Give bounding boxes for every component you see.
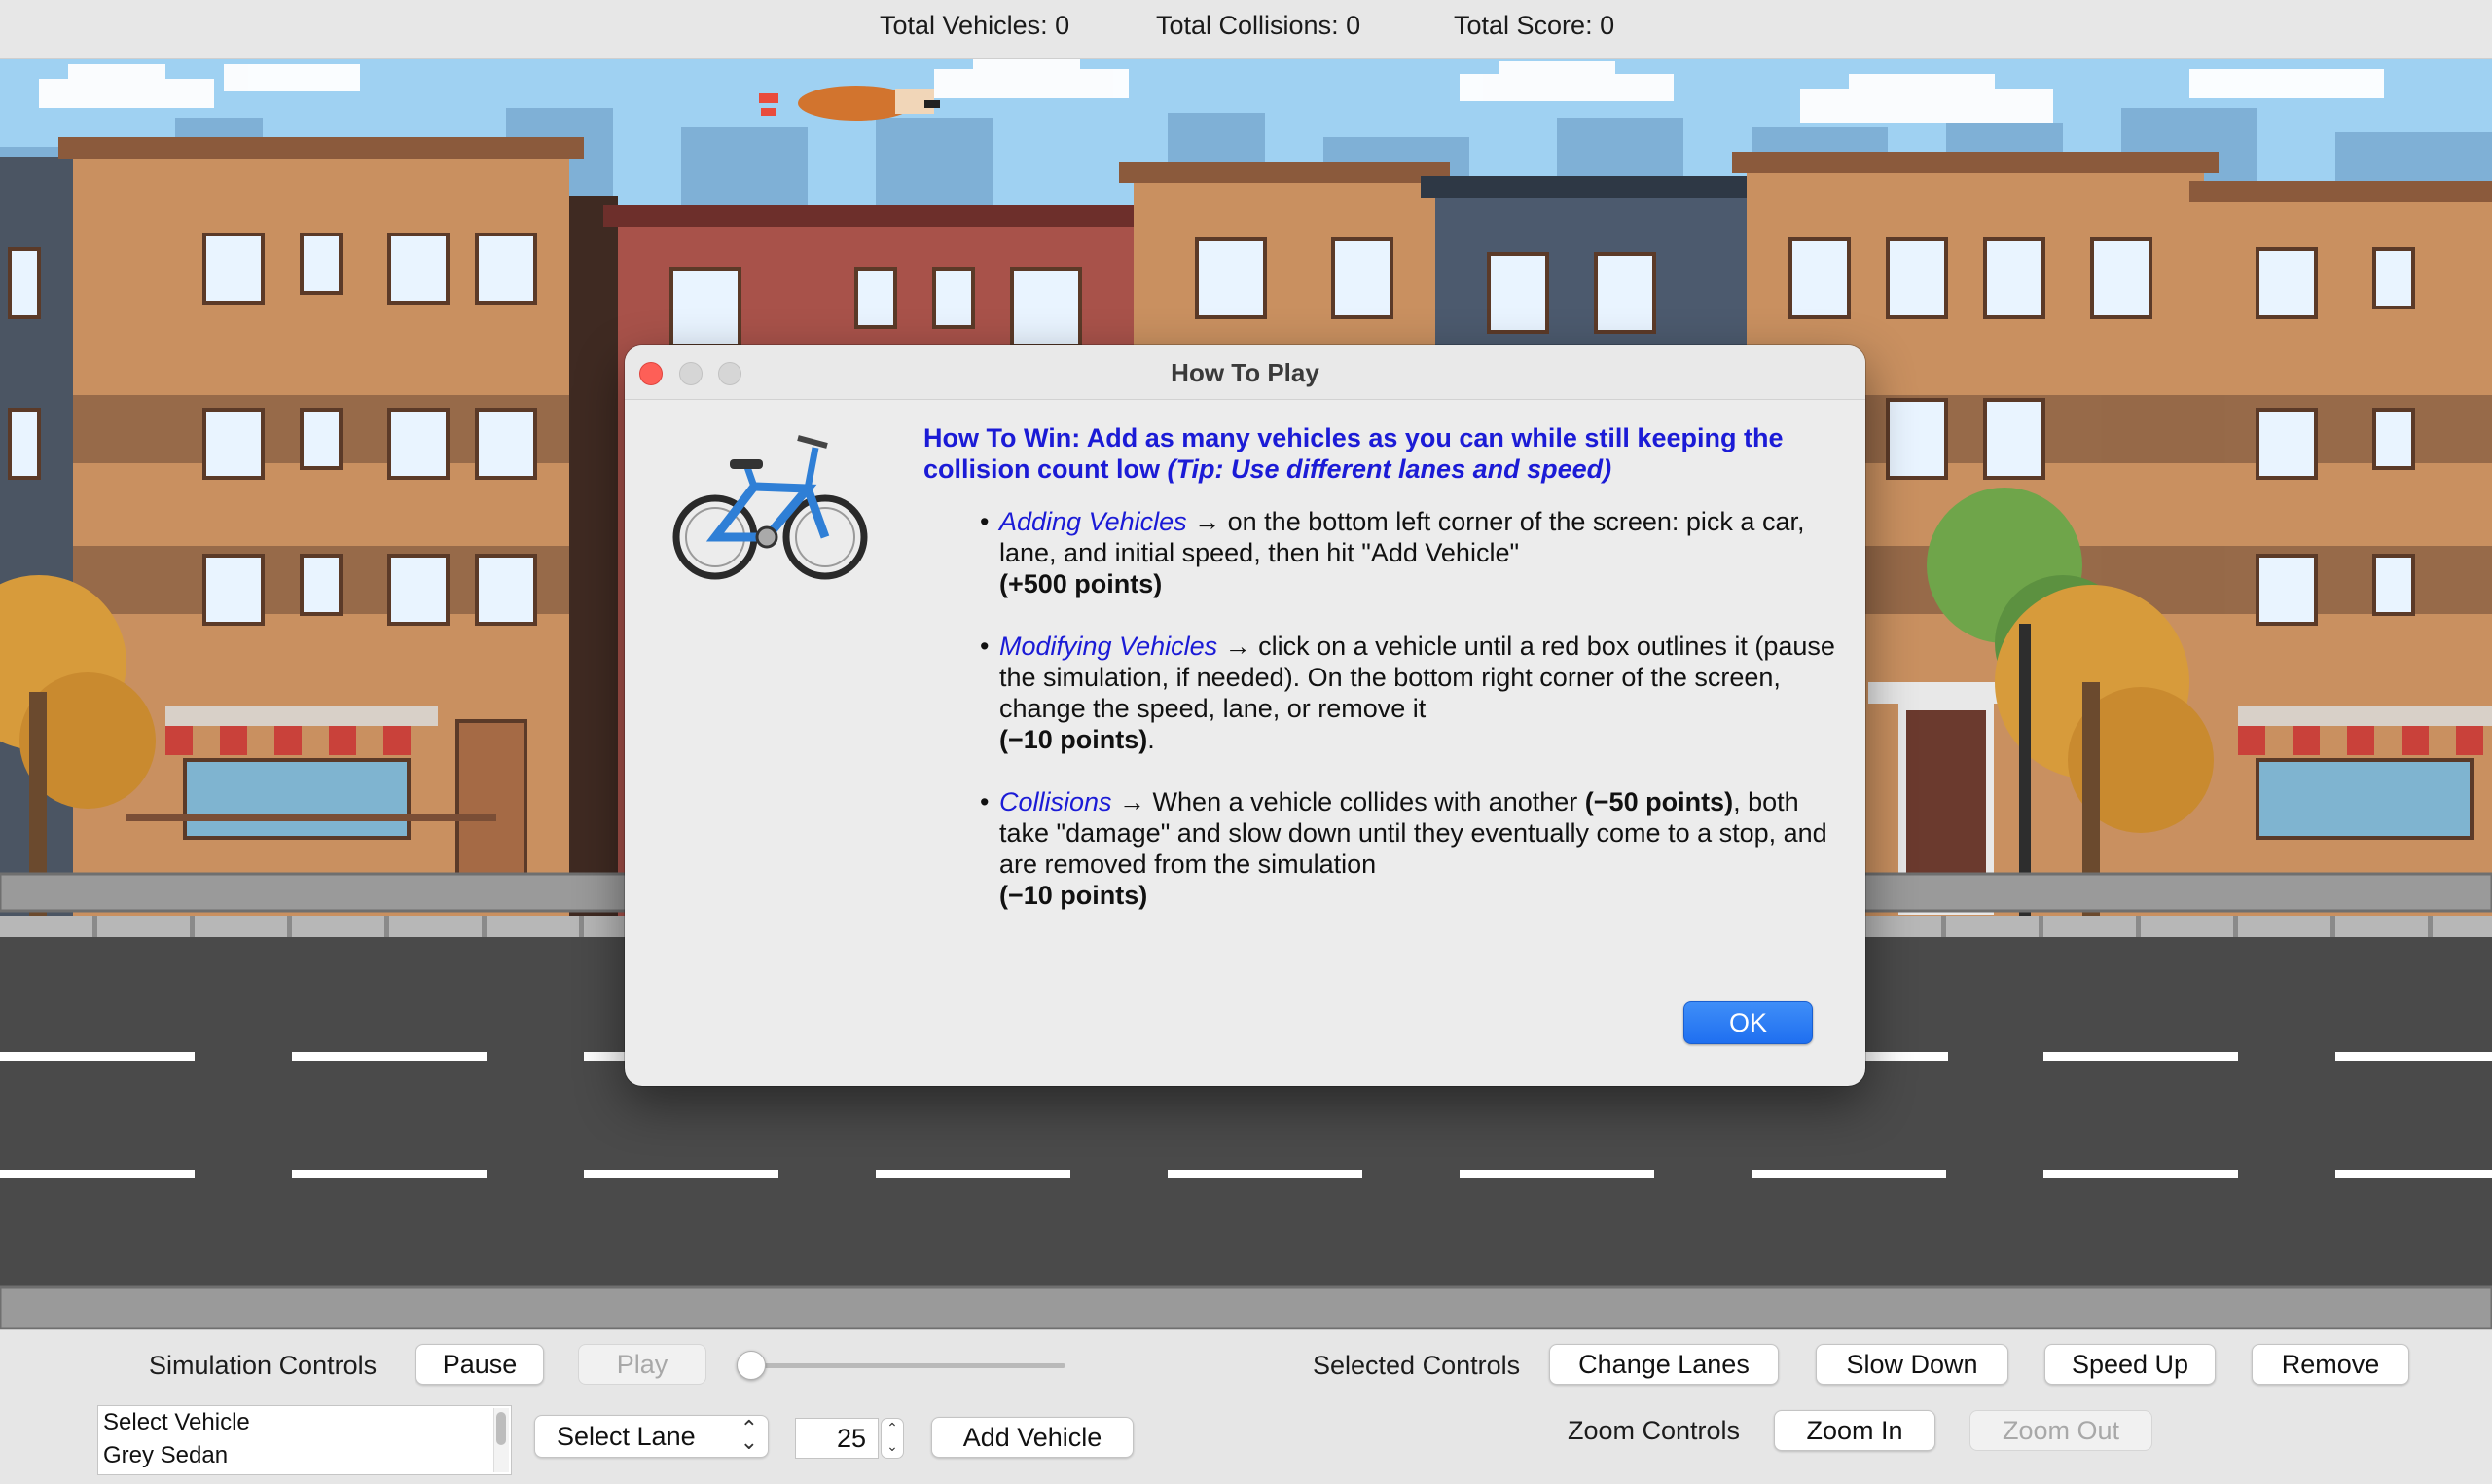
ok-button[interactable]: OK <box>1683 1001 1813 1044</box>
dialog-titlebar: How To Play <box>625 345 1865 400</box>
remove-button[interactable]: Remove <box>2252 1344 2409 1385</box>
zoom-in-button[interactable]: Zoom In <box>1774 1410 1935 1451</box>
zoom-controls-label: Zoom Controls <box>1568 1416 1741 1445</box>
instruction-points: (−10 points) <box>999 725 1148 754</box>
speed-input[interactable]: 25 <box>795 1418 879 1459</box>
lane-select-value: Select Lane <box>557 1422 696 1451</box>
zoom-out-button[interactable]: Zoom Out <box>1969 1410 2152 1451</box>
how-to-win-heading: How To Win: Add as many vehicles as you … <box>923 422 1848 485</box>
instruction-collisions: • Collisions → When a vehicle collides w… <box>980 787 1827 910</box>
status-bar: Total Vehicles: 0 Total Collisions: 0 To… <box>0 0 2492 59</box>
dialog-title: How To Play <box>1171 358 1319 387</box>
speed-stepper[interactable]: ⌃ ⌄ <box>881 1418 904 1459</box>
total-collisions-label: Total Collisions: 0 <box>1156 11 1361 40</box>
change-lanes-button[interactable]: Change Lanes <box>1549 1344 1779 1385</box>
lane-select[interactable]: Select Lane ⌃ ⌄ <box>534 1415 769 1458</box>
how-to-play-dialog: How To Play How To Win: Add as many vehi… <box>625 345 1865 1086</box>
simulation-window: Total Vehicles: 0 Total Collisions: 0 To… <box>0 0 2492 1484</box>
speed-up-button[interactable]: Speed Up <box>2044 1344 2216 1385</box>
instruction-modifying-vehicles: • Modifying Vehicles → click on a vehicl… <box>980 632 1835 754</box>
how-to-win-tip: (Tip: Use different lanes and speed) <box>1167 454 1612 484</box>
chevron-updown-icon: ⌃ ⌄ <box>740 1416 758 1454</box>
add-vehicle-button[interactable]: Add Vehicle <box>931 1417 1134 1458</box>
slow-down-button[interactable]: Slow Down <box>1816 1344 2008 1385</box>
vehicle-list-scroll-thumb[interactable] <box>496 1412 506 1445</box>
instruction-text: → When a vehicle collides with another <box>1111 787 1585 816</box>
vehicle-list[interactable]: Select Vehicle Grey Sedan <box>97 1405 512 1475</box>
vehicle-list-item[interactable]: Grey Sedan <box>98 1439 511 1472</box>
instruction-key: Adding Vehicles <box>999 507 1187 536</box>
instruction-points: (−10 points) <box>999 881 1148 910</box>
play-button[interactable]: Play <box>578 1344 706 1385</box>
instruction-points: (−50 points) <box>1584 787 1734 816</box>
vehicle-list-item[interactable]: Select Vehicle <box>98 1406 511 1439</box>
instruction-key: Modifying Vehicles <box>999 632 1218 661</box>
instruction-key: Collisions <box>999 787 1112 816</box>
simulation-controls-label: Simulation Controls <box>149 1351 378 1380</box>
speed-slider-knob[interactable] <box>737 1351 766 1380</box>
instruction-trail: . <box>1147 725 1155 754</box>
instruction-points: (+500 points) <box>999 569 1163 598</box>
selected-controls-label: Selected Controls <box>1313 1351 1521 1380</box>
bicycle-icon <box>672 435 868 580</box>
total-score-label: Total Score: 0 <box>1454 11 1615 40</box>
instruction-adding-vehicles: • Adding Vehicles → on the bottom left c… <box>980 507 1805 598</box>
total-vehicles-label: Total Vehicles: 0 <box>880 11 1070 40</box>
pause-button[interactable]: Pause <box>415 1344 544 1385</box>
